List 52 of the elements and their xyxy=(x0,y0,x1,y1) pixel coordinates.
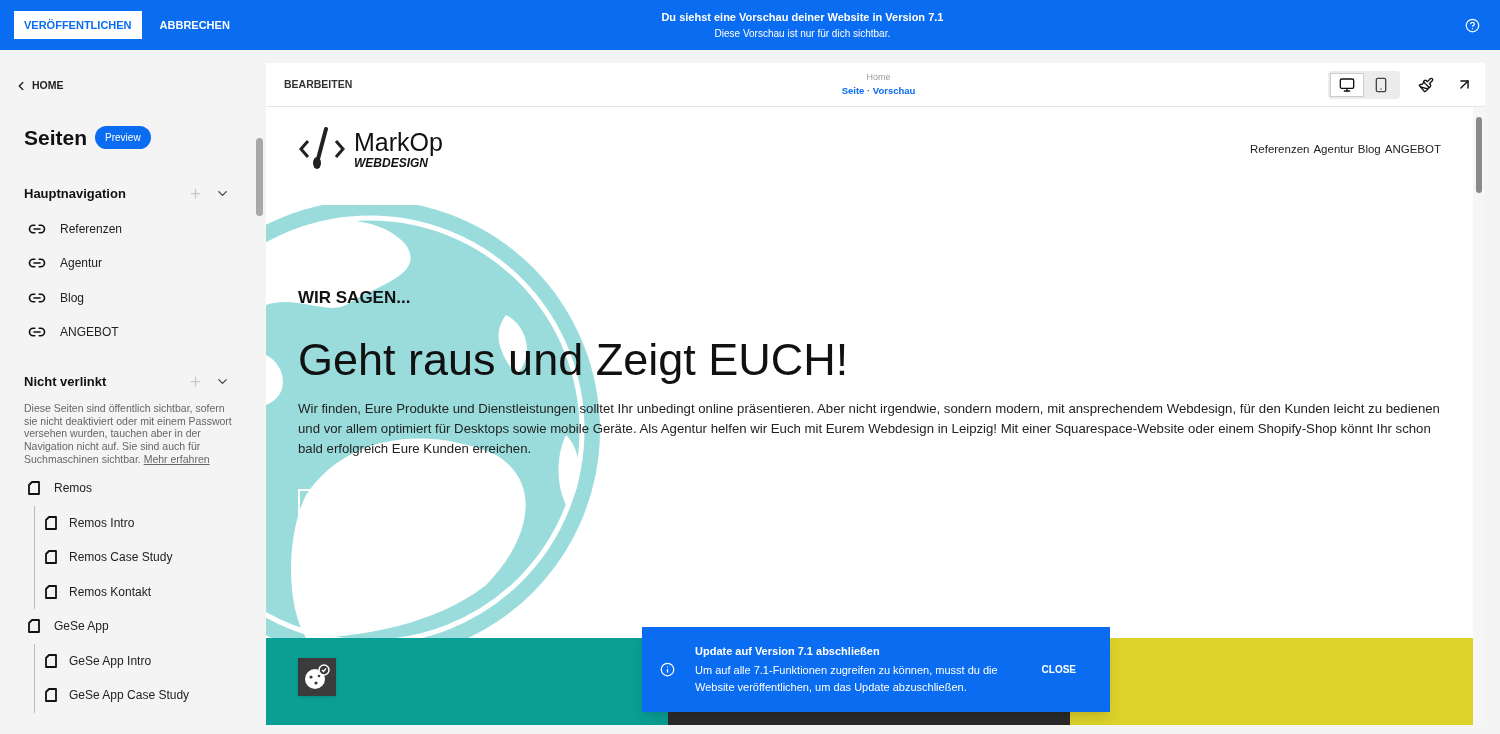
hero-paragraph: Wir finden, Eure Produkte und Dienstleistungen solltet Ihr unbedingt online präsentieren. Aber nicht irgendwie, sondern modern, mit ansprechendem Webdesign, für den Kunden leicht zu bedienen und vor allem optimiert für Desktops sowie mobile Geräte. Als Agentur helfen wir Euch mit Eurem Webdesign in Leipzig! Mit einer Squarespace-Website oder einem Shopify-Shop könnt Ihr schon bald erfolgreich Eure Kunden erreichen. xyxy=(298,399,1441,458)
page-list-item[interactable]: GeSe App xyxy=(24,609,266,644)
scrollbar[interactable] xyxy=(1476,117,1482,193)
page-icon xyxy=(45,515,57,530)
section-title: Nicht verlinkt xyxy=(24,372,108,391)
page-icon xyxy=(45,688,57,703)
back-link[interactable]: HOME xyxy=(14,78,64,94)
preview-badge: Preview xyxy=(95,126,151,149)
page-icon xyxy=(45,653,57,668)
page-icon xyxy=(28,619,40,634)
smartphone-icon xyxy=(1373,76,1389,93)
scrollbar[interactable] xyxy=(256,138,263,216)
page-list-item[interactable]: GeSe App Intro xyxy=(35,643,266,679)
section-title: Hauptnavigation xyxy=(24,184,127,203)
paintbrush-icon[interactable] xyxy=(1418,76,1434,93)
breadcrumb: Home xyxy=(866,70,891,84)
page-list-item[interactable]: Remos Intro xyxy=(35,505,266,541)
edit-button[interactable]: BEARBEITEN xyxy=(284,76,584,93)
page-list-item[interactable]: Referenzen xyxy=(24,211,266,246)
info-icon xyxy=(660,662,675,677)
sidebar-heading: Seiten xyxy=(24,124,88,151)
preview-subtitle: Diese Vorschau ist nur für dich sichtbar. xyxy=(714,26,891,41)
eyebrow-heading: WIR SAGEN... xyxy=(298,287,412,309)
page-list-item[interactable]: Remos xyxy=(24,471,266,506)
page-list-item[interactable]: Remos Case Study xyxy=(35,540,266,575)
cancel-button[interactable]: ABBRECHEN xyxy=(159,16,230,34)
preview-title: Du siehst eine Vorschau deiner Website in Version 7.1 xyxy=(661,10,944,26)
learn-more-link[interactable]: Mehr erfahren xyxy=(143,452,210,465)
cookie-settings-button[interactable] xyxy=(298,658,336,696)
site-nav-link[interactable]: Referenzen xyxy=(1250,141,1310,159)
page-list-item[interactable]: GeSe App Case Study xyxy=(35,678,266,713)
site-nav-link[interactable]: ANGEBOT xyxy=(1384,141,1441,159)
page-list-item[interactable]: Blog xyxy=(24,280,266,315)
site-logo[interactable]: MarkOp WEBDESIGN xyxy=(298,127,443,171)
publish-button[interactable]: VERÖFFENTLICHEN xyxy=(14,11,142,39)
notification-message: Um auf alle 7.1-Funktionen zugreifen zu können, musst du die Website veröffentlichen, um das Update abzuschließen. xyxy=(695,662,999,695)
close-button[interactable]: CLOSE xyxy=(1041,662,1076,677)
page-icon xyxy=(28,481,40,496)
desktop-view-button[interactable] xyxy=(1330,72,1364,97)
page-list-item[interactable]: Remos Kontakt xyxy=(35,574,266,610)
page-icon xyxy=(45,550,57,565)
page-list-item[interactable]: ANGEBOT xyxy=(24,314,266,350)
page-subtitle[interactable]: Seite · Vorschau xyxy=(841,84,916,99)
page-list-item[interactable]: Agentur xyxy=(24,245,266,281)
help-icon[interactable] xyxy=(1465,17,1480,33)
hero-headline: Geht raus und Zeigt EUCH! xyxy=(298,332,850,387)
monitor-icon xyxy=(1339,76,1355,93)
site-nav-link[interactable]: Agentur xyxy=(1313,141,1354,159)
section-description: Diese Seiten sind öffentlich sichtbar, sofern sie nicht deaktiviert oder mit einem Passwort versehen wurden, tauchen aber in der Navigation nicht auf. Sie sind auch für Suchmaschinen sichtbar. Mehr erfahren xyxy=(24,402,233,466)
notification-title: Update auf Version 7.1 abschließen xyxy=(695,644,881,660)
site-nav-link[interactable]: Blog xyxy=(1357,141,1381,159)
page-icon xyxy=(45,584,57,599)
